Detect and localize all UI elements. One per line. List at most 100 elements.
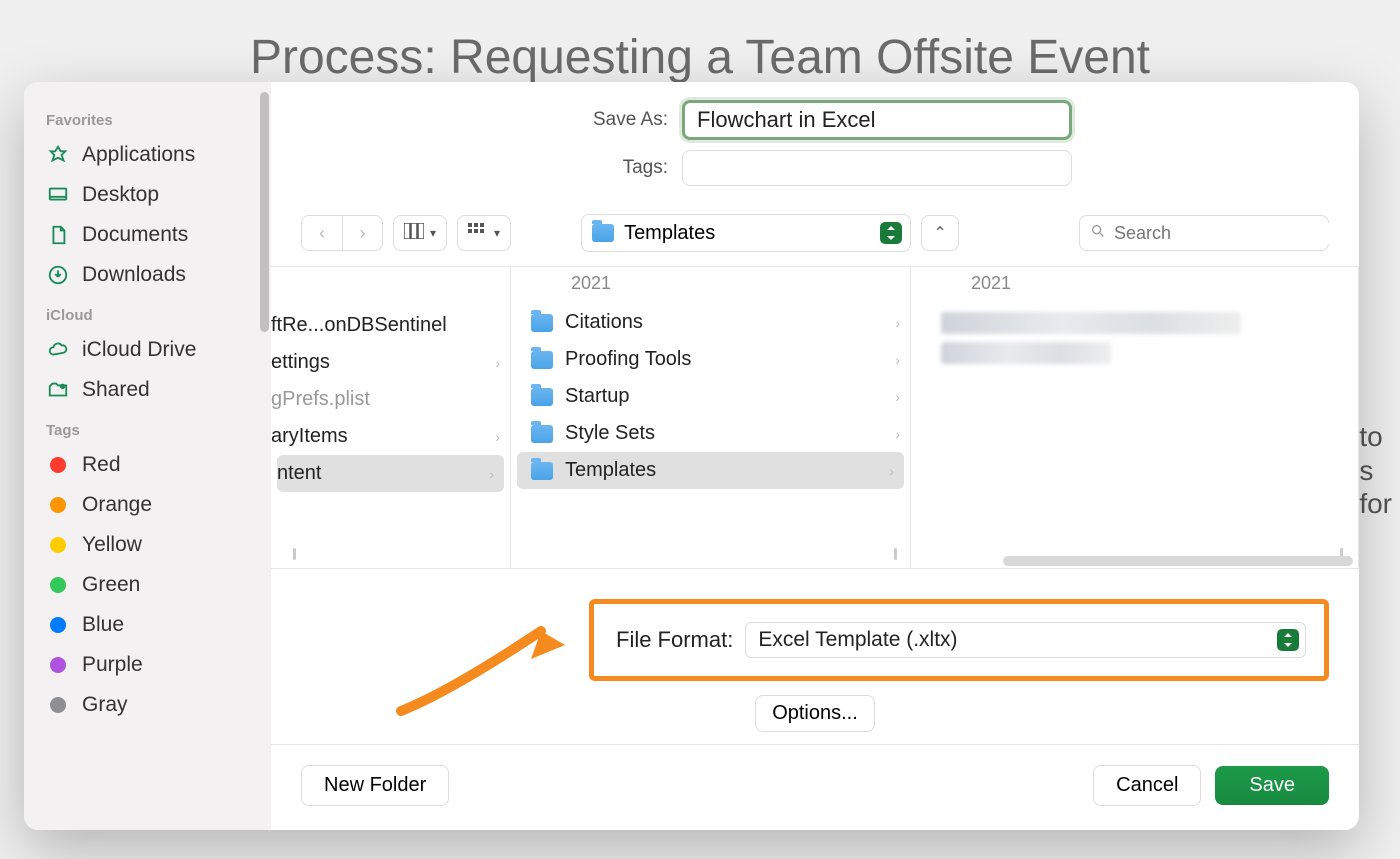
file-browser: ftRe...onDBSentinel ettings › gPrefs.plis…: [271, 266, 1359, 568]
sidebar-heading-icloud: iCloud: [24, 295, 271, 330]
horizontal-scrollbar[interactable]: [1003, 556, 1353, 566]
column-date-header: 2021: [511, 267, 910, 304]
background-document-title: Process: Requesting a Team Offsite Event: [0, 30, 1400, 85]
sidebar-heading-favorites: Favorites: [24, 100, 271, 135]
sidebar-tag-gray[interactable]: Gray: [24, 685, 271, 725]
new-folder-button[interactable]: New Folder: [301, 765, 449, 806]
search-icon: [1090, 223, 1106, 244]
folder-icon: [531, 462, 553, 480]
folder-icon: [531, 314, 553, 332]
chevron-right-icon: ›: [489, 466, 494, 482]
chevron-down-icon: ▾: [430, 226, 436, 240]
sidebar-item-label: Shared: [82, 378, 150, 402]
view-columns-button[interactable]: ▾: [393, 215, 447, 251]
folder-row-selected[interactable]: ntent ›: [277, 455, 504, 492]
nav-forward-button[interactable]: ›: [342, 216, 382, 250]
chevron-right-icon: ›: [895, 315, 900, 331]
row-label: ftRe...onDBSentinel: [271, 314, 447, 337]
tag-dot-icon: [50, 577, 66, 593]
sidebar-item-label: Documents: [82, 223, 188, 247]
sidebar-item-documents[interactable]: Documents: [24, 215, 271, 255]
view-group-button[interactable]: ▾: [457, 215, 511, 251]
save-as-label: Save As:: [558, 109, 668, 131]
nav-back-button[interactable]: ‹: [302, 216, 342, 250]
save-button[interactable]: Save: [1215, 766, 1329, 805]
row-label: Templates: [565, 459, 656, 482]
sidebar-item-downloads[interactable]: Downloads: [24, 255, 271, 295]
sidebar-item-label: Applications: [82, 143, 195, 167]
sidebar-tag-purple[interactable]: Purple: [24, 645, 271, 685]
save-as-input[interactable]: [682, 100, 1072, 140]
folder-row[interactable]: Citations ›: [511, 304, 910, 341]
sidebar-item-label: Downloads: [82, 263, 186, 287]
options-button[interactable]: Options...: [755, 695, 875, 732]
browser-column-3: 2021: [911, 267, 1359, 568]
sidebar-tag-orange[interactable]: Orange: [24, 485, 271, 525]
chevron-right-icon: ›: [895, 389, 900, 405]
sidebar-tag-green[interactable]: Green: [24, 565, 271, 605]
search-input[interactable]: [1114, 223, 1346, 244]
folder-row[interactable]: Style Sets›: [511, 415, 910, 452]
sidebar-tag-blue[interactable]: Blue: [24, 605, 271, 645]
row-label: Style Sets: [565, 422, 655, 445]
folder-icon: [531, 351, 553, 369]
search-field[interactable]: [1079, 215, 1329, 251]
chevron-down-icon: ▾: [494, 226, 500, 240]
sidebar-item-label: Yellow: [82, 533, 142, 557]
grid-icon: [468, 223, 488, 244]
tags-input[interactable]: [682, 150, 1072, 186]
folder-icon: [592, 224, 614, 242]
cloud-icon: [46, 338, 70, 362]
sidebar-tag-red[interactable]: Red: [24, 445, 271, 485]
file-format-value: Excel Template (.xltx): [758, 628, 957, 652]
folder-row[interactable]: Startup›: [511, 378, 910, 415]
folder-row[interactable]: Proofing Tools›: [511, 341, 910, 378]
redacted-file-row[interactable]: [941, 312, 1241, 334]
sidebar-item-applications[interactable]: Applications: [24, 135, 271, 175]
folder-row-selected[interactable]: Templates ›: [517, 452, 904, 489]
sidebar-item-desktop[interactable]: Desktop: [24, 175, 271, 215]
sidebar-item-icloud-drive[interactable]: iCloud Drive: [24, 330, 271, 370]
expand-collapse-button[interactable]: ⌃: [921, 215, 959, 251]
file-format-select[interactable]: Excel Template (.xltx): [745, 622, 1306, 658]
folder-row[interactable]: ettings ›: [271, 344, 510, 381]
form-area: Save As: Tags:: [271, 82, 1359, 208]
annotation-arrow-icon: [391, 611, 571, 721]
sidebar: Favorites Applications Desktop Documents…: [24, 82, 271, 830]
column-resize-handle[interactable]: [886, 548, 904, 560]
chevron-right-icon: ›: [895, 352, 900, 368]
chevron-up-icon: ⌃: [933, 223, 946, 243]
dialog-main: Save As: Tags: ‹ › ▾ ▾ Te: [271, 82, 1359, 830]
file-row[interactable]: ftRe...onDBSentinel: [271, 307, 510, 344]
columns-icon: [404, 223, 424, 244]
cancel-button[interactable]: Cancel: [1093, 765, 1201, 806]
chevron-right-icon: ›: [495, 355, 500, 371]
folder-row[interactable]: aryItems›: [271, 418, 510, 455]
dialog-footer: New Folder Cancel Save: [271, 744, 1359, 830]
tags-label: Tags:: [558, 157, 668, 179]
applications-icon: [46, 143, 70, 167]
sidebar-scrollbar[interactable]: [260, 92, 269, 332]
chevron-right-icon: ›: [889, 463, 894, 479]
row-label: ettings: [271, 351, 330, 374]
shared-folder-icon: [46, 378, 70, 402]
folder-icon: [531, 388, 553, 406]
sidebar-item-shared[interactable]: Shared: [24, 370, 271, 410]
sidebar-item-label: Desktop: [82, 183, 159, 207]
background-text-fragment: to s for: [1359, 420, 1392, 521]
sidebar-heading-tags: Tags: [24, 410, 271, 445]
row-label: ntent: [277, 462, 321, 485]
row-label: Citations: [565, 311, 643, 334]
sidebar-item-label: Orange: [82, 493, 152, 517]
dropdown-arrows-icon: [1277, 629, 1299, 651]
tag-dot-icon: [50, 537, 66, 553]
redacted-file-row[interactable]: [941, 342, 1111, 364]
column-resize-handle[interactable]: [285, 548, 303, 560]
file-format-highlight: File Format: Excel Template (.xltx): [589, 599, 1329, 681]
location-popup[interactable]: Templates: [581, 214, 911, 252]
file-row[interactable]: gPrefs.plist: [271, 381, 510, 418]
sidebar-item-label: Purple: [82, 653, 143, 677]
row-label: aryItems: [271, 425, 348, 448]
sidebar-tag-yellow[interactable]: Yellow: [24, 525, 271, 565]
row-label: gPrefs.plist: [271, 388, 370, 411]
